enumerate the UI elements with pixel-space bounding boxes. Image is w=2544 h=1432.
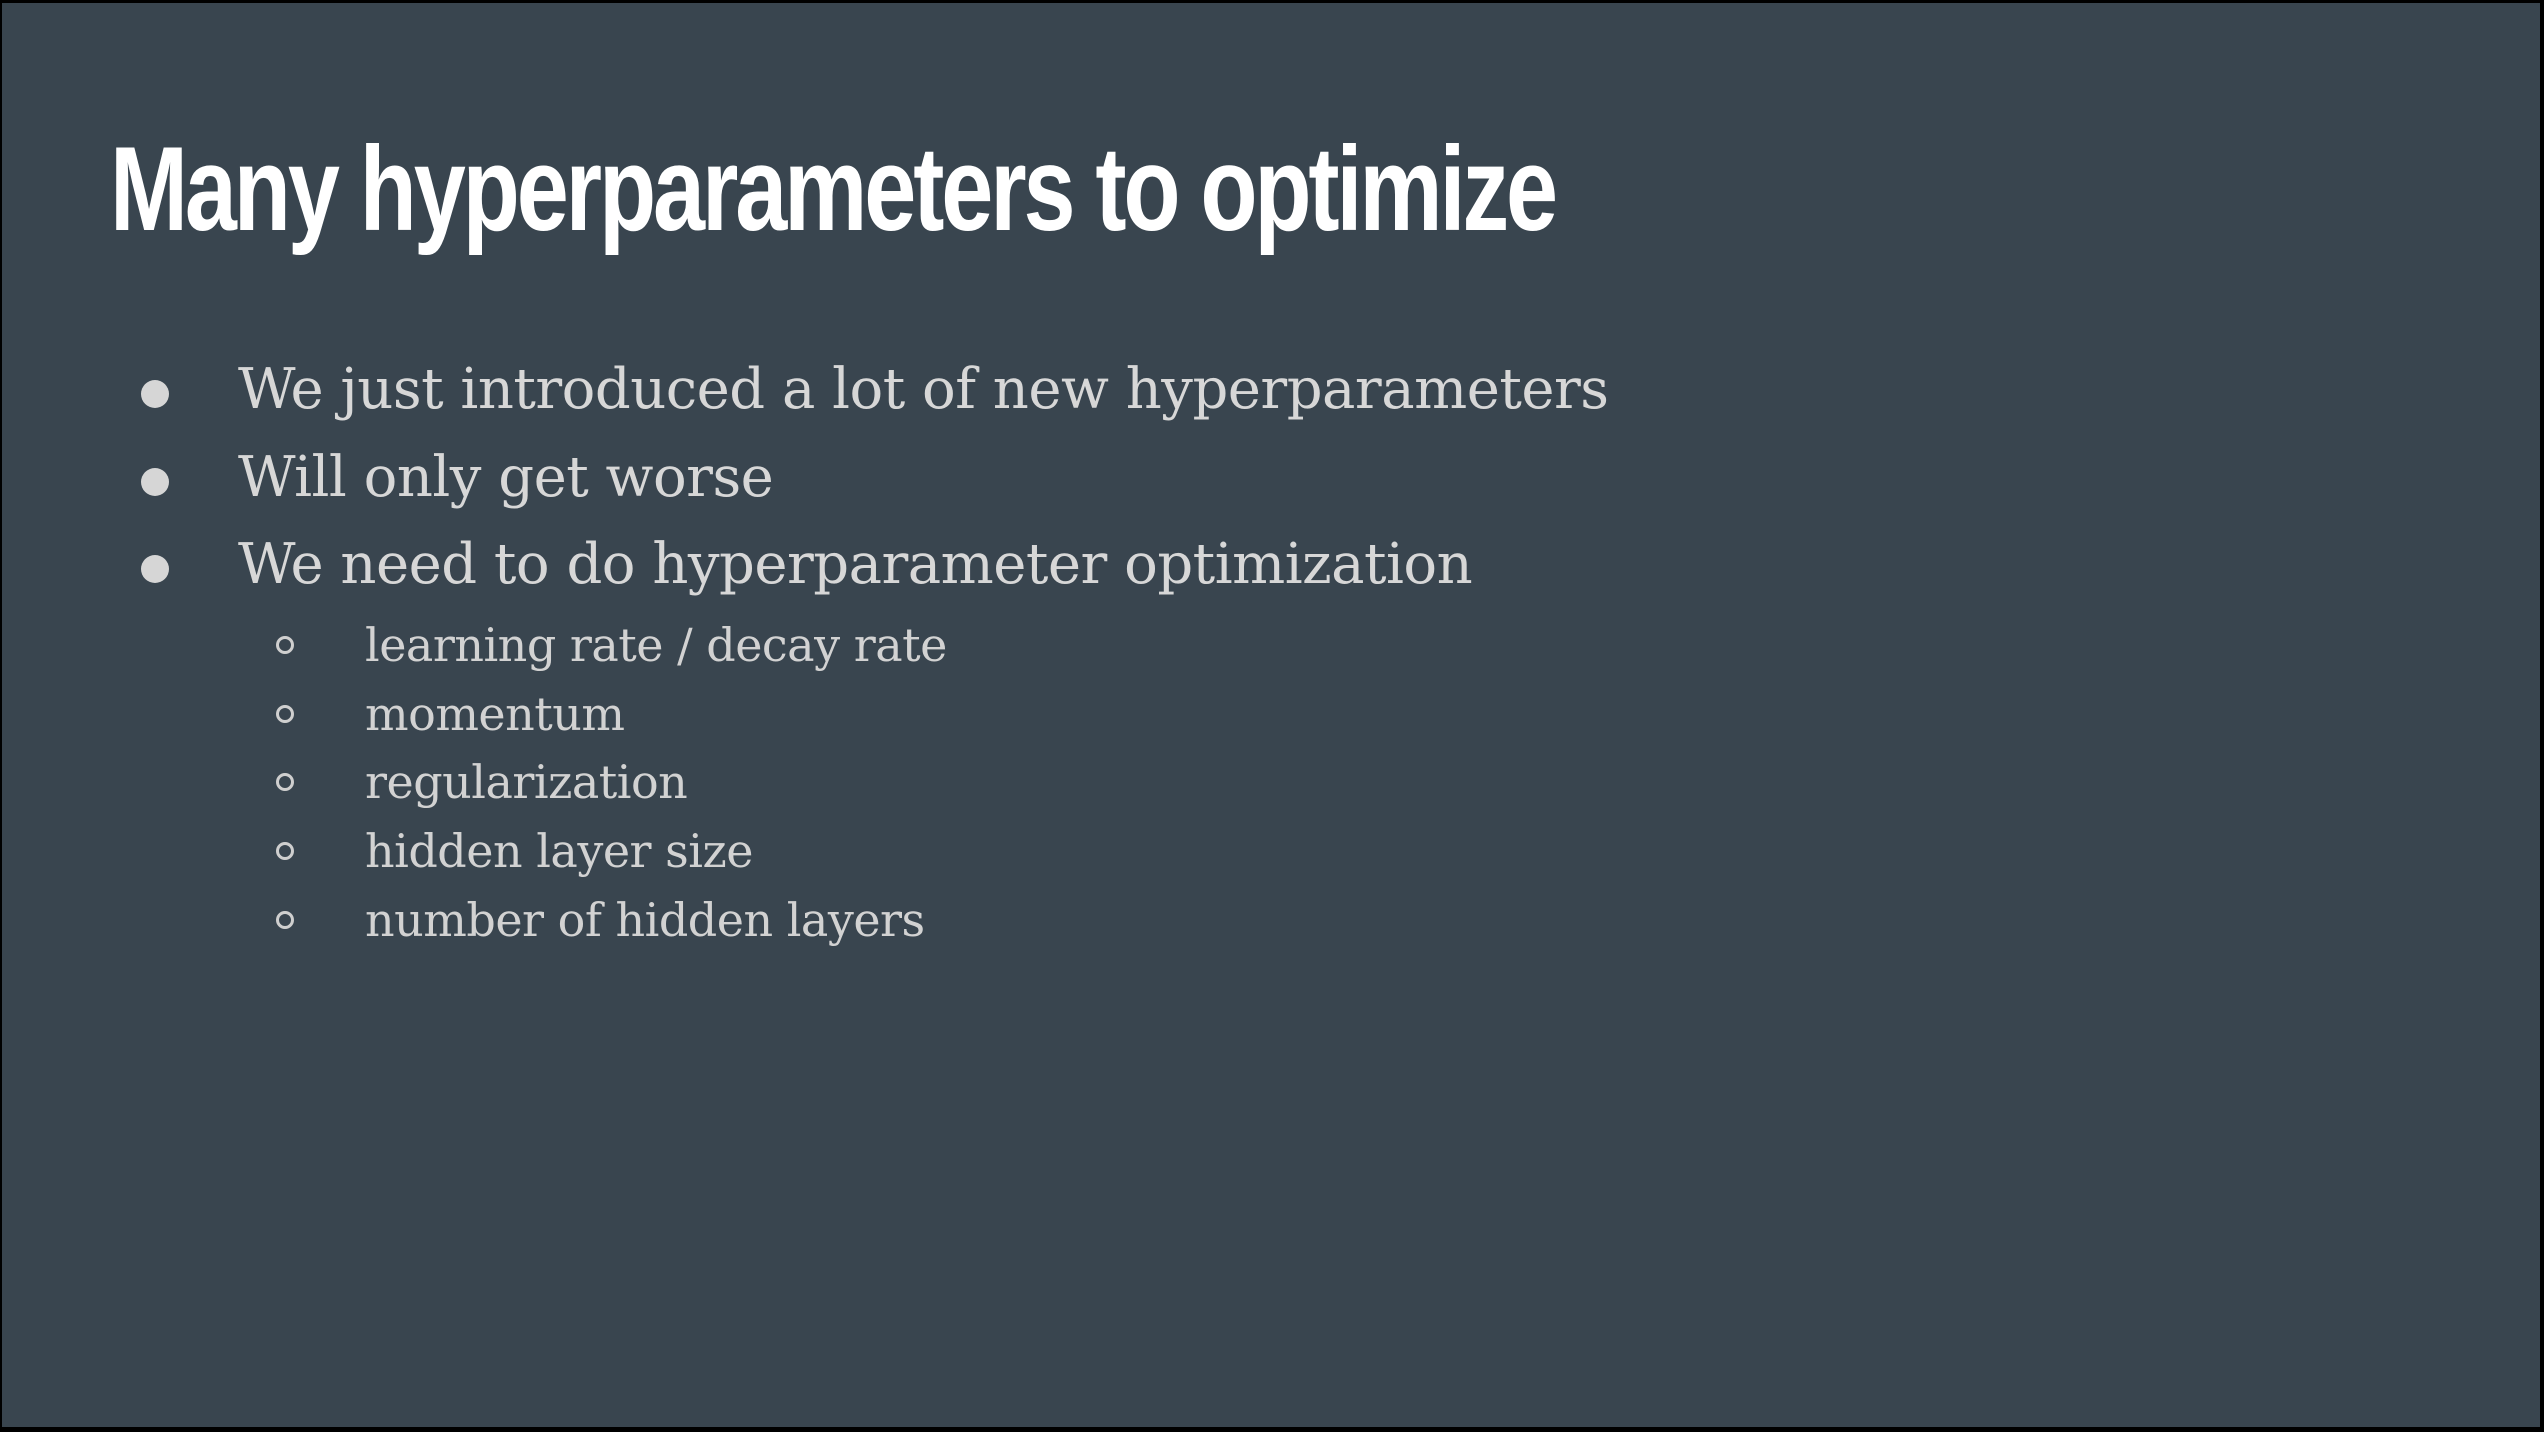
filled-bullet-icon xyxy=(141,555,169,583)
hollow-bullet-icon xyxy=(276,636,294,654)
sub-bullet-item: number of hidden layers xyxy=(2,885,2540,955)
filled-bullet-icon xyxy=(141,380,169,408)
sub-bullet-text: regularization xyxy=(365,755,688,809)
sub-bullet-text: hidden layer size xyxy=(365,824,753,878)
bullet-item: We just introduced a lot of new hyperpar… xyxy=(2,345,2540,435)
sub-bullet-item: hidden layer size xyxy=(2,816,2540,886)
bullet-text: We just introduced a lot of new hyperpar… xyxy=(238,357,1609,422)
hollow-bullet-icon xyxy=(276,705,294,723)
sub-bullet-text: number of hidden layers xyxy=(365,893,925,947)
bullet-list: We just introduced a lot of new hyperpar… xyxy=(2,3,2540,1427)
sub-bullet-text: learning rate / decay rate xyxy=(365,618,947,672)
bullet-text: Will only get worse xyxy=(238,445,774,510)
bullet-text: We need to do hyperparameter optimizatio… xyxy=(238,532,1473,597)
bullet-item: Will only get worse xyxy=(2,433,2540,523)
bullet-item: We need to do hyperparameter optimizatio… xyxy=(2,520,2540,610)
slide: Many hyperparameters to optimize We just… xyxy=(2,3,2540,1427)
filled-bullet-icon xyxy=(141,468,169,496)
hollow-bullet-icon xyxy=(276,773,294,791)
sub-bullet-item: regularization xyxy=(2,747,2540,817)
sub-bullet-text: momentum xyxy=(365,687,625,741)
sub-bullet-item: learning rate / decay rate xyxy=(2,610,2540,680)
hollow-bullet-icon xyxy=(276,842,294,860)
hollow-bullet-icon xyxy=(276,911,294,929)
sub-bullet-item: momentum xyxy=(2,679,2540,749)
